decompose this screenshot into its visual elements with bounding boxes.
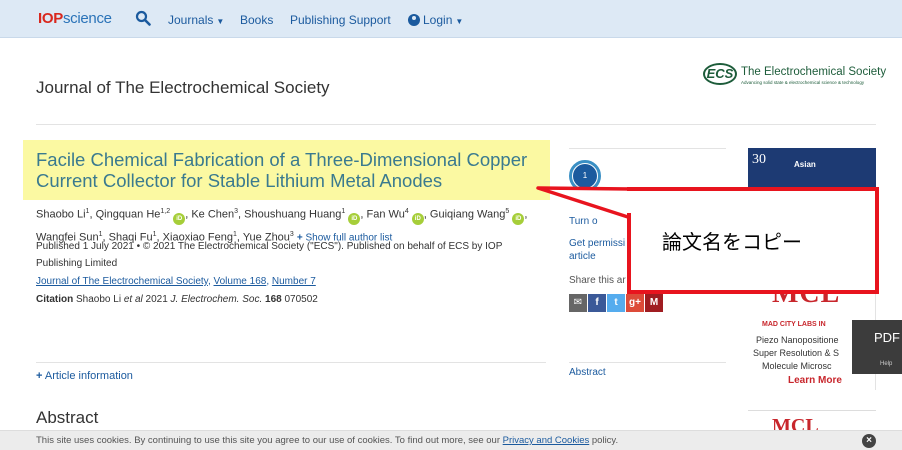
- article-information-label: Article information: [44, 370, 133, 382]
- author-affiliation: 4: [404, 208, 409, 215]
- author-affiliation: 3: [289, 230, 294, 238]
- published-info: Published 1 July 2021 • © 2021 The Elect…: [36, 241, 503, 269]
- help-label[interactable]: Help: [880, 361, 892, 367]
- author-name[interactable]: Ke Chen: [191, 209, 234, 221]
- article-information-toggle[interactable]: + Article information: [36, 370, 133, 382]
- chevron-down-icon: ▼: [216, 17, 225, 26]
- cookie-text-before: This site uses cookies. By continuing to…: [36, 435, 503, 446]
- ad-line-3: Molecule Microsc: [762, 361, 832, 371]
- share-label: Share this ar: [569, 275, 626, 286]
- nav-journals[interactable]: Journals ▼: [168, 13, 224, 27]
- number-link[interactable]: Number 7: [272, 276, 316, 287]
- nav-login[interactable]: Login ▼: [408, 13, 463, 27]
- mcl-company-name: MAD CITY LABS IN: [762, 321, 826, 328]
- user-icon: [408, 14, 420, 26]
- nav-books-label: Books: [240, 13, 274, 27]
- logo-science: science: [62, 10, 112, 27]
- citation-journal: J. Electrochem. Soc.: [170, 294, 263, 305]
- nav-publishing-support[interactable]: Publishing Support: [290, 13, 391, 27]
- logo-iop: IOP: [38, 10, 63, 27]
- nav-books[interactable]: Books: [240, 13, 273, 27]
- orcid-icon[interactable]: iD: [411, 212, 424, 225]
- mendeley-icon[interactable]: M: [645, 294, 663, 312]
- iopscience-logo[interactable]: IOPscience: [38, 10, 112, 27]
- orcid-icon[interactable]: iD: [512, 212, 525, 225]
- author-name[interactable]: Fan Wu: [367, 209, 405, 221]
- chevron-down-icon: ▼: [455, 17, 464, 26]
- nav-journals-label: Journals: [168, 13, 214, 27]
- ad-line-2: Super Resolution & S: [753, 348, 840, 358]
- twitter-icon[interactable]: t: [607, 294, 625, 312]
- citation-volume: 168: [265, 294, 282, 305]
- email-icon[interactable]: ✉: [569, 294, 587, 312]
- pdf-download-tab[interactable]: PDF Help: [852, 320, 902, 374]
- google-plus-icon[interactable]: g+: [626, 294, 644, 312]
- sidebar-divider: [569, 148, 726, 149]
- author-affiliation: 1,2: [160, 208, 171, 215]
- abstract-heading: Abstract: [36, 408, 99, 427]
- callout-pointer: [536, 186, 633, 220]
- get-permission-link[interactable]: Get permissi: [569, 238, 625, 249]
- plus-icon: +: [36, 370, 43, 382]
- author-name[interactable]: Guiqiang Wang: [430, 209, 505, 221]
- cookie-text-after: policy.: [589, 435, 619, 446]
- top-navigation-bar: IOPscience Journals ▼ Books Publishing Su…: [0, 0, 902, 38]
- author-name[interactable]: Qingquan He: [96, 209, 161, 221]
- journal-link[interactable]: Journal of The Electrochemical Society: [36, 276, 208, 287]
- article-title[interactable]: Facile Chemical Fabrication of a Three-D…: [36, 149, 556, 191]
- learn-more-button[interactable]: Learn More: [788, 375, 842, 386]
- nav-publishing-support-label: Publishing Support: [290, 13, 391, 27]
- privacy-cookies-link[interactable]: Privacy and Cookies: [503, 435, 590, 446]
- ecs-badge: ECS: [703, 63, 737, 85]
- citation-number: 070502: [284, 294, 318, 305]
- author-affiliation: 1: [233, 230, 237, 238]
- journal-volume-line: Journal of The Electrochemical Society, …: [36, 276, 316, 287]
- callout-text: 論文名をコピー: [662, 230, 802, 254]
- author-affiliation: 1: [85, 208, 90, 215]
- citation-label: Citation: [36, 294, 74, 305]
- search-icon[interactable]: [135, 10, 151, 26]
- author-affiliation: 1: [341, 208, 346, 215]
- orcid-icon[interactable]: iD: [348, 212, 361, 225]
- sidebar-divider-2: [569, 362, 726, 363]
- header-divider: [36, 124, 876, 125]
- citation-line: Citation Shaobo Li et al 2021 J. Electro…: [36, 294, 318, 305]
- get-permission-article[interactable]: article: [569, 251, 596, 262]
- pdf-label: PDF: [874, 330, 900, 345]
- citation-year: 2021: [145, 294, 168, 305]
- article-info-divider: [36, 362, 546, 363]
- citation-etal: et al: [123, 294, 143, 305]
- volume-link[interactable]: Volume 168: [214, 276, 267, 287]
- ad1-logo: Asian: [794, 160, 816, 169]
- cookie-text: This site uses cookies. By continuing to…: [36, 435, 618, 446]
- author-affiliation: 3: [234, 208, 239, 215]
- author-affiliation: 5: [505, 208, 510, 215]
- citation-authors: Shaobo Li: [76, 294, 122, 305]
- facebook-icon[interactable]: f: [588, 294, 606, 312]
- ecs-tagline: Advancing solid state & electrochemical …: [741, 80, 865, 85]
- author-affiliation: 1: [152, 230, 157, 238]
- sidebar-abstract-link[interactable]: Abstract: [569, 367, 606, 378]
- ecs-name: The Electrochemical Society: [741, 66, 887, 78]
- cookie-banner: This site uses cookies. By continuing to…: [0, 430, 902, 450]
- ad1-number: 30: [752, 152, 766, 167]
- journal-title[interactable]: Journal of The Electrochemical Society: [36, 78, 330, 98]
- orcid-icon[interactable]: iD: [173, 212, 186, 225]
- author-name[interactable]: Shoushuang Huang: [244, 209, 341, 221]
- close-icon[interactable]: ×: [862, 434, 876, 448]
- author-affiliation: 1: [98, 230, 103, 238]
- author-name[interactable]: Shaobo Li: [36, 209, 86, 221]
- ad-line-1: Piezo Nanopositione: [756, 335, 839, 345]
- callout-pointer-mask: [627, 191, 637, 213]
- nav-login-label: Login: [423, 13, 453, 27]
